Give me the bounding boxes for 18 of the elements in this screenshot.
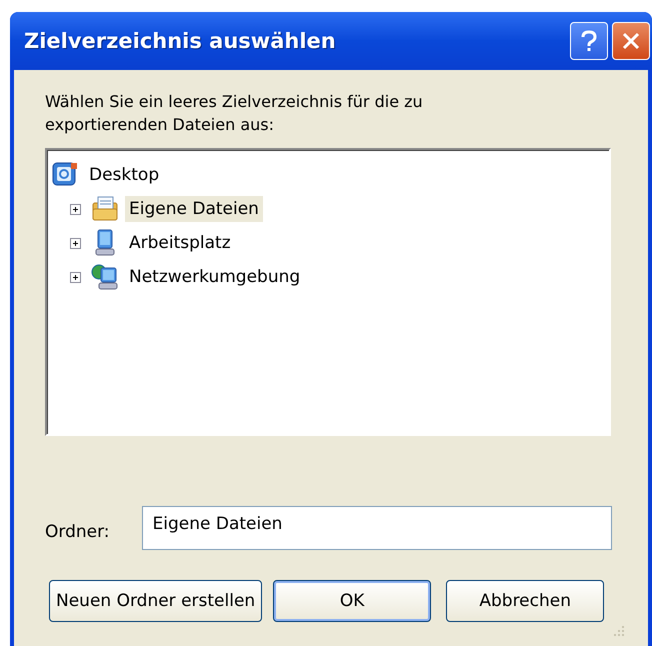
tree-item[interactable]: Eigene Dateien <box>125 196 263 222</box>
folder-label: Ordner: <box>45 522 110 542</box>
question-mark-icon <box>580 30 598 52</box>
close-icon <box>621 31 641 51</box>
dialog-button[interactable]: Abbrechen <box>446 580 604 622</box>
dialog-button[interactable]: Neuen Ordner erstellen <box>49 580 262 622</box>
folder-icon <box>91 195 119 223</box>
help-button[interactable] <box>570 22 608 60</box>
window-title: Zielverzeichnis auswählen <box>24 29 336 53</box>
resize-grip-icon <box>612 624 626 638</box>
close-button[interactable] <box>612 22 650 60</box>
tree-item[interactable]: Netzwerkumgebung <box>125 264 304 290</box>
network-computer-icon <box>91 263 119 291</box>
folder-input[interactable]: Eigene Dateien <box>142 506 612 550</box>
tree-item[interactable]: Desktop <box>85 162 164 188</box>
dialog-button[interactable]: OK <box>273 580 432 622</box>
instruction-text: Wählen Sie ein leeres Zielverzeichnis für die zu exportierenden Dateien aus: <box>45 91 424 136</box>
tree-item[interactable]: Arbeitsplatz <box>125 230 235 256</box>
